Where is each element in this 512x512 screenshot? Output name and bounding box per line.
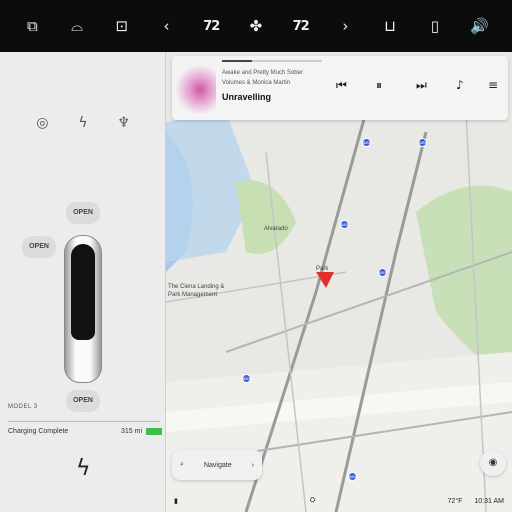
map-label-place1: The Ciena Landing & (168, 284, 225, 290)
charge-port-icon[interactable]: ϟ (74, 114, 92, 132)
map-label-place2: Park Management (168, 292, 218, 298)
track-title: Unravelling (222, 92, 272, 102)
open-trunk-button[interactable]: OPEN (66, 390, 100, 412)
bottom-dock: ⧉ ⌓ ⊡ ‹ 72 ✤ 72 › ⊔ ▯ 🔊 (0, 0, 512, 52)
navigate-label: Navigate (203, 461, 232, 469)
map-label-place4: Park (316, 266, 329, 272)
car-image (64, 235, 102, 383)
lock-icon[interactable]: ▮ (174, 497, 178, 505)
map-view[interactable]: 880 680 880 680 880 880 The Ciena Landin… (166, 52, 512, 512)
highway-shield-icon: 880 (340, 220, 349, 229)
battery-icon (146, 428, 162, 435)
range-text: 315 mi (120, 428, 142, 435)
car-status-panel: ◎ ϟ ♆ OPEN OPEN OPEN MODEL 3 Charging Co… (0, 52, 166, 512)
map-label-place3: Alvarado (264, 226, 288, 232)
tire-pressure-icon[interactable]: ◎ (33, 114, 51, 132)
temp-up-icon[interactable]: › (331, 12, 359, 40)
seat-heater-right-icon[interactable]: ⊔ (376, 12, 404, 40)
map-canvas (166, 52, 512, 512)
media-menu-icon[interactable]: ≡ (488, 78, 498, 92)
media-player: Awake and Pretty Much Sober Volumes & Mo… (172, 56, 508, 120)
pause-icon[interactable]: ⏸ (376, 78, 382, 93)
highway-shield-icon: 680 (378, 268, 387, 277)
charge-status-text: Charging Complete (8, 428, 69, 435)
passenger-temp-display[interactable]: 72 (287, 12, 315, 40)
chevron-right-icon: › (251, 461, 254, 469)
fan-icon[interactable]: ✤ (242, 12, 270, 40)
charging-bolt-icon[interactable]: ϟ (76, 456, 91, 481)
range-display: 315 mi (121, 428, 162, 435)
status-right: 72°F 10:31 AM (448, 498, 504, 505)
charge-row: Charging Complete 315 mi (8, 428, 162, 435)
car-glass-roof (71, 244, 95, 340)
highway-shield-icon: 880 (362, 138, 371, 147)
model-label: MODEL 3 (8, 404, 38, 410)
previous-track-icon[interactable]: ⏮ (336, 78, 347, 93)
lights-icon[interactable]: ♆ (115, 114, 133, 132)
seat-heater-left-icon[interactable]: ⊡ (108, 12, 136, 40)
rear-defrost-icon[interactable]: ⧉ (18, 12, 46, 40)
album-name: Awake and Pretty Much Sober (222, 70, 303, 76)
track-progress[interactable] (222, 60, 322, 62)
highway-shield-icon: 680 (418, 138, 427, 147)
music-source-icon[interactable]: ♪ (456, 78, 464, 92)
volume-icon[interactable]: 🔊 (466, 12, 494, 40)
front-defrost-icon[interactable]: ⌓ (63, 12, 91, 40)
track-progress-fill (222, 60, 252, 62)
divider (8, 421, 160, 422)
quick-controls: ◎ ϟ ♆ (0, 114, 166, 132)
status-bar: ▮ ⛭ 72°F 10:31 AM (166, 490, 512, 512)
highway-shield-icon: 880 (348, 472, 357, 481)
compass-icon[interactable]: ◉ (480, 450, 506, 476)
driver-temp-display[interactable]: 72 (197, 12, 225, 40)
artist-name: Volumes & Monica Martin (222, 80, 291, 86)
profile-icon[interactable]: ⛭ (310, 497, 316, 505)
clock: 10:31 AM (474, 497, 504, 505)
open-charge-port-button[interactable]: OPEN (22, 236, 56, 258)
next-track-icon[interactable]: ⏭ (416, 78, 427, 93)
phone-icon[interactable]: ▯ (421, 12, 449, 40)
temp-down-icon[interactable]: ‹ (153, 12, 181, 40)
album-art[interactable] (176, 60, 216, 114)
search-icon: ⌕ (180, 461, 184, 468)
navigate-box[interactable]: ⌕ Navigate › (172, 450, 262, 480)
outside-temp: 72°F (447, 497, 463, 505)
highway-shield-icon: 880 (242, 374, 251, 383)
open-frunk-button[interactable]: OPEN (66, 202, 100, 224)
